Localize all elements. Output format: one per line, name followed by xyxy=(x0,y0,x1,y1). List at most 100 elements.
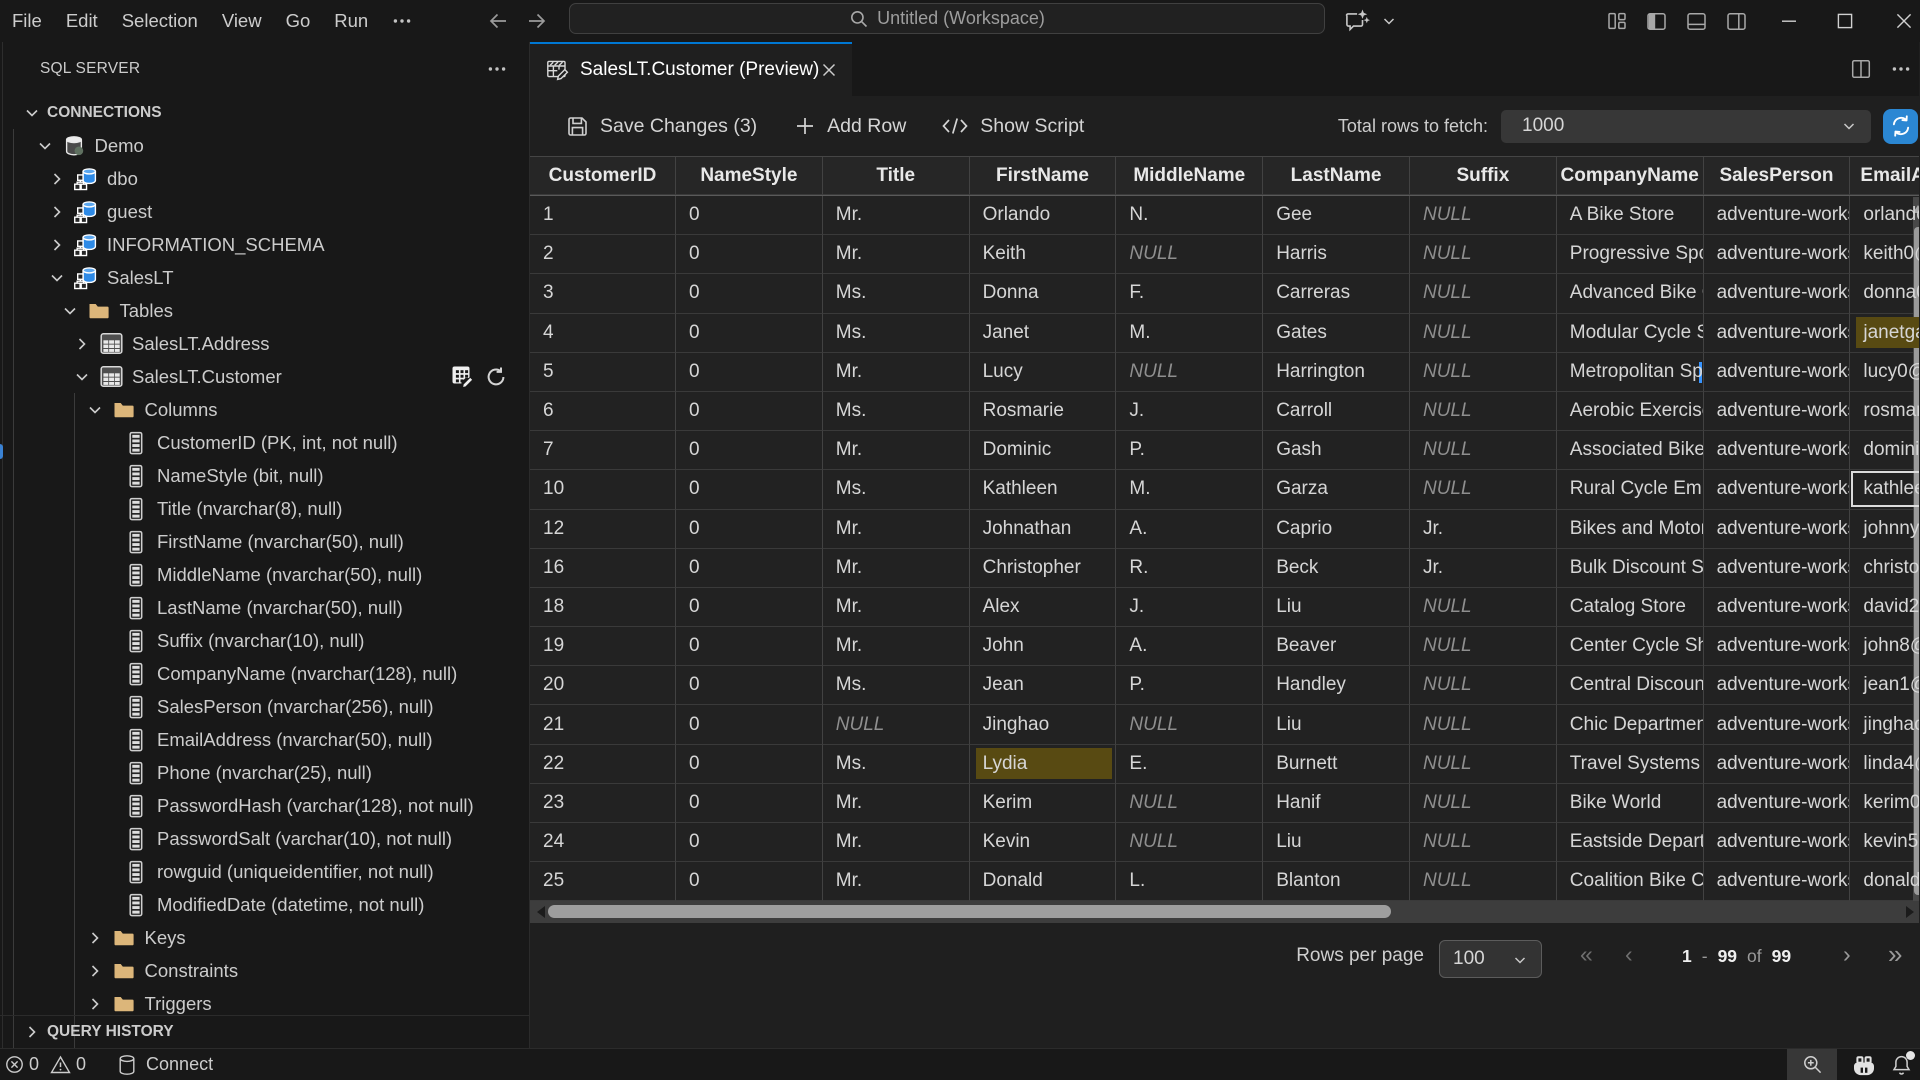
grid-cell[interactable]: Mr. xyxy=(823,823,970,862)
customize-layout-icon[interactable] xyxy=(1607,11,1627,31)
grid-cell[interactable]: 0 xyxy=(676,823,823,862)
grid-cell[interactable]: adventure-works\david8 xyxy=(1704,235,1851,274)
grid-cell[interactable]: 5 xyxy=(530,353,676,392)
grid-cell[interactable]: Coalition Bike Company xyxy=(1557,862,1704,901)
grid-cell[interactable]: Garza xyxy=(1263,470,1410,509)
grid-cell[interactable]: Jr. xyxy=(1410,549,1557,588)
toggle-sidebar-icon[interactable] xyxy=(1646,11,1667,32)
menu-go[interactable]: Go xyxy=(274,0,323,42)
grid-cell[interactable]: Caprio xyxy=(1263,510,1410,549)
grid-cell[interactable]: keith0@adventure-works.com xyxy=(1850,235,1919,274)
grid-cell[interactable]: Ms. xyxy=(823,470,970,509)
grid-cell[interactable]: Progressive Sports xyxy=(1557,235,1704,274)
grid-cell[interactable]: Mr. xyxy=(823,588,970,627)
horizontal-scrollbar-thumb[interactable] xyxy=(548,905,1391,918)
prev-page-icon[interactable]: ‹ xyxy=(1625,941,1633,968)
grid-cell[interactable]: 10 xyxy=(530,470,676,509)
grid-cell[interactable]: Mr. xyxy=(823,549,970,588)
grid-col-header-emailaddress[interactable]: EmailAddress xyxy=(1850,157,1919,195)
grid-cell[interactable]: Gee xyxy=(1263,196,1410,235)
tree-item-companyname[interactable]: CompanyName (nvarchar(128), null) xyxy=(0,657,529,690)
grid-cell[interactable]: NULL xyxy=(1116,784,1263,823)
grid-col-header-middlename[interactable]: MiddleName xyxy=(1116,157,1263,195)
grid-cell[interactable]: Mr. xyxy=(823,196,970,235)
scroll-left-icon[interactable] xyxy=(537,906,545,918)
grid-cell[interactable]: Handley xyxy=(1263,666,1410,705)
grid-cell[interactable]: Kerim xyxy=(970,784,1117,823)
grid-cell[interactable]: johnny0@adventure-works.com xyxy=(1850,510,1919,549)
tree-item-salesperson[interactable]: SalesPerson (nvarchar(256), null) xyxy=(0,690,529,723)
tab-saleslt-customer[interactable]: SalesLT.Customer (Preview) xyxy=(530,42,852,96)
grid-cell[interactable]: Gash xyxy=(1263,431,1410,470)
grid-cell[interactable]: Orlando xyxy=(970,196,1117,235)
grid-cell[interactable]: NULL xyxy=(1410,627,1557,666)
grid-cell[interactable]: NULL xyxy=(1410,862,1557,901)
grid-cell[interactable]: adventure-works\michael9 xyxy=(1704,862,1851,901)
grid-cell[interactable]: Janet xyxy=(970,314,1117,353)
tree-item-suffix[interactable]: Suffix (nvarchar(10), null) xyxy=(0,624,529,657)
grid-cell[interactable]: Chic Department Stores xyxy=(1557,705,1704,744)
grid-cell[interactable]: 0 xyxy=(676,627,823,666)
grid-cell[interactable]: kevin5@adventure-works.com xyxy=(1850,823,1919,862)
nav-back-icon[interactable] xyxy=(487,10,509,32)
grid-cell[interactable]: NULL xyxy=(1116,823,1263,862)
grid-cell[interactable]: 6 xyxy=(530,392,676,431)
tree-item-customerid[interactable]: CustomerID (PK, int, not null) xyxy=(0,426,529,459)
grid-cell[interactable]: 0 xyxy=(676,274,823,313)
grid-cell[interactable]: Beck xyxy=(1263,549,1410,588)
grid-cell[interactable]: NULL xyxy=(1410,274,1557,313)
grid-cell[interactable]: adventure-works\jae0 xyxy=(1704,549,1851,588)
grid-cell[interactable]: adventure-works\garrett1 xyxy=(1704,274,1851,313)
grid-cell[interactable]: 0 xyxy=(676,314,823,353)
grid-cell[interactable]: adventure-works\shu0 xyxy=(1704,353,1851,392)
grid-cell[interactable]: Bike World xyxy=(1557,784,1704,823)
grid-cell[interactable]: NULL xyxy=(1410,431,1557,470)
first-page-icon[interactable]: « xyxy=(1580,941,1593,968)
grid-cell[interactable]: 20 xyxy=(530,666,676,705)
grid-cell[interactable]: Metropolitan Sports Supply xyxy=(1557,353,1704,392)
window-maximize-button[interactable] xyxy=(1822,0,1868,42)
grid-cell[interactable]: Ms. xyxy=(823,745,970,784)
toggle-secondary-sidebar-icon[interactable] xyxy=(1726,11,1747,32)
grid-cell[interactable]: NULL xyxy=(1410,588,1557,627)
grid-cell[interactable]: 0 xyxy=(676,549,823,588)
grid-cell[interactable]: E. xyxy=(1116,745,1263,784)
copilot-status-icon[interactable] xyxy=(1851,1054,1877,1076)
grid-cell[interactable]: adventure-works\pamela0 xyxy=(1704,196,1851,235)
grid-cell[interactable]: 0 xyxy=(676,353,823,392)
window-minimize-button[interactable] xyxy=(1766,0,1812,42)
split-editor-icon[interactable] xyxy=(1851,59,1871,79)
add-row-button[interactable]: Add Row xyxy=(794,115,906,138)
tree-item-connections[interactable]: CONNECTIONS xyxy=(0,96,529,129)
menu-view[interactable]: View xyxy=(210,0,274,42)
tree-item-constraints[interactable]: Constraints xyxy=(0,954,529,987)
grid-cell[interactable]: adventure-works\garrett1 xyxy=(1704,666,1851,705)
grid-cell[interactable]: adventure-works\pamela0 xyxy=(1704,745,1851,784)
grid-cell[interactable]: 0 xyxy=(676,745,823,784)
notifications-bell-icon[interactable] xyxy=(1891,1054,1912,1076)
horizontal-scrollbar[interactable] xyxy=(530,901,1919,923)
last-page-icon[interactable]: » xyxy=(1888,939,1902,970)
grid-cell[interactable]: Jinghao xyxy=(970,705,1117,744)
grid-cell[interactable]: Liu xyxy=(1263,823,1410,862)
grid-cell[interactable]: Travel Systems xyxy=(1557,745,1704,784)
grid-cell[interactable]: 1 xyxy=(530,196,676,235)
grid-cell[interactable]: linda4@adventure-works.com xyxy=(1850,745,1919,784)
grid-cell[interactable]: NULL xyxy=(1410,470,1557,509)
grid-col-header-firstname[interactable]: FirstName xyxy=(970,157,1117,195)
grid-cell[interactable]: Burnett xyxy=(1263,745,1410,784)
grid-cell[interactable]: Advanced Bike Components xyxy=(1557,274,1704,313)
scroll-right-icon[interactable] xyxy=(1906,906,1914,918)
tree-item-passwordsalt[interactable]: PasswordSalt (varchar(10), not null) xyxy=(0,822,529,855)
editor-more-actions-icon[interactable] xyxy=(1891,59,1911,79)
copilot-menu[interactable] xyxy=(1343,8,1397,34)
grid-cell[interactable]: NULL xyxy=(1116,705,1263,744)
grid-cell[interactable]: rosmarie0@adventure-works.com xyxy=(1850,392,1919,431)
tree-item-keys[interactable]: Keys xyxy=(0,921,529,954)
grid-cell[interactable]: M. xyxy=(1116,314,1263,353)
grid-cell[interactable]: 19 xyxy=(530,627,676,666)
tree-item-lastname[interactable]: LastName (nvarchar(50), null) xyxy=(0,591,529,624)
tree-item-modifieddate[interactable]: ModifiedDate (datetime, not null) xyxy=(0,888,529,921)
menu-edit[interactable]: Edit xyxy=(54,0,110,42)
grid-cell[interactable]: 0 xyxy=(676,862,823,901)
